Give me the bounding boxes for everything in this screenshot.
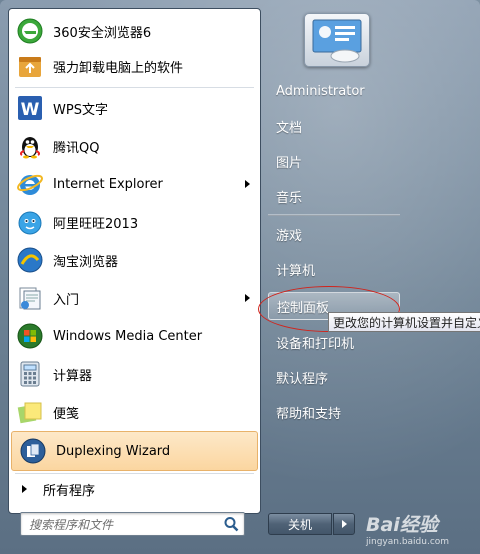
expand-arrow-icon [22, 485, 27, 493]
program-item-internet-explorer[interactable]: Internet Explorer [9, 165, 260, 203]
calculator-icon [15, 359, 45, 389]
program-label: 计算器 [53, 368, 93, 384]
submenu-arrow-icon [245, 294, 250, 302]
program-item-taobao-browser[interactable]: 淘宝浏览器 [9, 241, 260, 279]
right-item-help-support[interactable]: 帮助和支持 [268, 397, 400, 427]
wps-writer-icon: W [15, 93, 45, 123]
right-item-documents[interactable]: 文档 [268, 111, 400, 141]
program-label: WPS文字 [53, 102, 108, 118]
right-separator [268, 214, 400, 216]
360-browser-icon [15, 16, 45, 46]
shutdown-button[interactable]: 关机 [268, 513, 332, 535]
search-input[interactable]: 搜索程序和文件 [20, 512, 245, 536]
program-item-getting-started[interactable]: 入门 [9, 279, 260, 317]
all-programs-button[interactable]: 所有程序 [9, 475, 260, 503]
program-item-calculator[interactable]: 计算器 [9, 355, 260, 393]
right-item-music[interactable]: 音乐 [268, 181, 400, 211]
shutdown-label: 关机 [287, 517, 312, 532]
program-label: Windows Media Center [53, 328, 203, 344]
right-item-label: 计算机 [276, 263, 316, 279]
program-item-aliwangwang[interactable]: 阿里旺旺2013 [9, 203, 260, 241]
svg-text:W: W [21, 100, 40, 120]
program-list-panel: 360安全浏览器6 强力卸载电脑上的软件 W WPS文字 腾讯QQ Intern… [8, 8, 261, 514]
program-label: 便笺 [53, 406, 80, 422]
program-item-duplexing-wizard[interactable]: Duplexing Wizard [11, 431, 258, 471]
right-item-label: 游戏 [276, 228, 303, 244]
right-item-computer[interactable]: 计算机 [268, 254, 400, 284]
control-panel-picture-icon [312, 19, 362, 63]
program-item-360-browser[interactable]: 360安全浏览器6 [9, 12, 260, 50]
duplexing-wizard-icon [18, 436, 48, 466]
taobao-browser-icon [15, 245, 45, 275]
watermark-brand: Bai经验 [366, 514, 438, 536]
program-item-windows-media-center[interactable]: Windows Media Center [9, 317, 260, 355]
right-item-label: 图片 [276, 155, 303, 171]
program-label: Internet Explorer [53, 176, 163, 192]
internet-explorer-icon [15, 169, 45, 199]
program-label: 淘宝浏览器 [53, 254, 119, 270]
watermark-url: jingyan.baidu.com [366, 537, 450, 547]
search-placeholder: 搜索程序和文件 [29, 518, 114, 532]
right-item-pictures[interactable]: 图片 [268, 146, 400, 176]
program-item-sticky-notes[interactable]: 便笺 [9, 393, 260, 431]
right-item-label: 帮助和支持 [276, 406, 342, 422]
right-item-games[interactable]: 游戏 [268, 219, 400, 249]
right-item-label: Administrator [276, 83, 365, 99]
sticky-notes-icon [15, 397, 45, 427]
baidu-jingyan-watermark: Bai经验 jingyan.baidu.com [362, 508, 480, 554]
program-label: 阿里旺旺2013 [53, 216, 139, 232]
uninstall-icon [15, 51, 45, 81]
program-label: 腾讯QQ [53, 140, 100, 156]
program-item-qq[interactable]: 腾讯QQ [9, 127, 260, 165]
right-item-label: 文档 [276, 120, 303, 136]
program-separator [15, 473, 254, 474]
program-label: 入门 [53, 292, 80, 308]
search-icon[interactable] [222, 515, 240, 533]
program-item-uninstall[interactable]: 强力卸载电脑上的软件 [9, 47, 260, 85]
all-programs-label: 所有程序 [43, 483, 96, 499]
qq-penguin-icon [15, 131, 45, 161]
program-separator [15, 87, 254, 88]
program-item-wps[interactable]: W WPS文字 [9, 89, 260, 127]
right-item-administrator[interactable]: Administrator [268, 76, 400, 106]
program-label: Duplexing Wizard [56, 443, 171, 459]
submenu-arrow-icon [245, 180, 250, 188]
shutdown-options-button[interactable] [333, 513, 355, 535]
getting-started-icon [15, 283, 45, 313]
right-item-default-programs[interactable]: 默认程序 [268, 362, 400, 392]
right-item-label: 默认程序 [276, 371, 329, 387]
aliwangwang-icon [15, 207, 45, 237]
program-label: 360安全浏览器6 [53, 25, 152, 41]
control-panel-tooltip: 更改您的计算机设置并自定义 [328, 312, 480, 332]
windows-media-center-icon [15, 321, 45, 351]
right-item-label: 设备和打印机 [276, 336, 355, 352]
program-label: 强力卸载电脑上的软件 [53, 60, 184, 76]
right-item-label: 音乐 [276, 190, 303, 206]
user-avatar[interactable] [304, 13, 370, 67]
